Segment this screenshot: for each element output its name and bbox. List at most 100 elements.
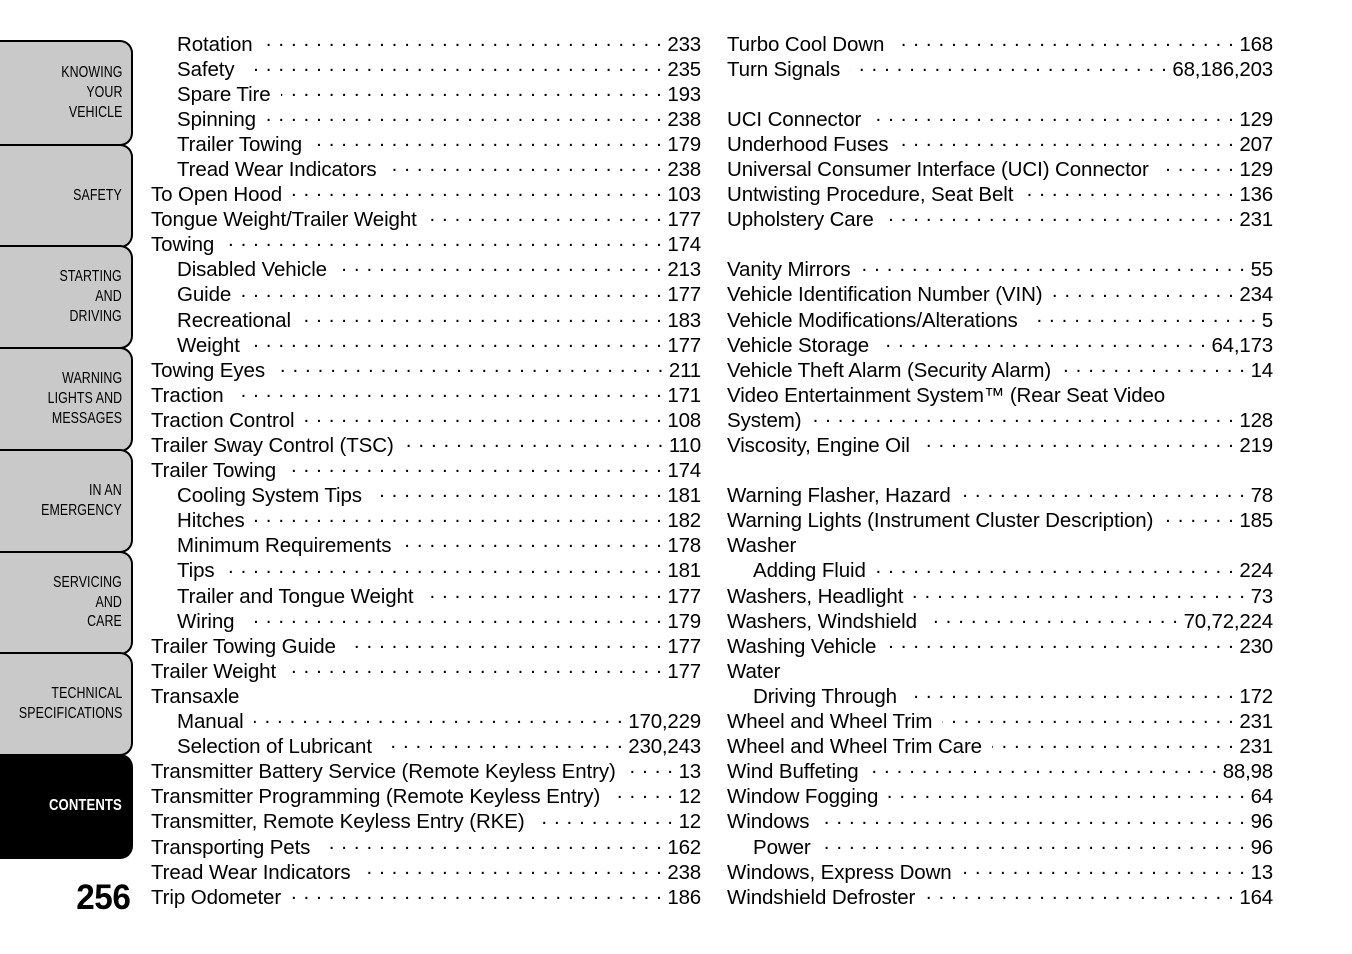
index-entry-leader-dots: [401, 532, 662, 553]
index-entry[interactable]: Vehicle Storage 64,173: [727, 331, 1273, 356]
index-entry[interactable]: Selection of Lubricant 230,243: [151, 733, 701, 758]
sidebar-tab-safety[interactable]: SAFETY: [0, 143, 133, 248]
index-entry[interactable]: Windows 96: [727, 808, 1273, 833]
sidebar-tab-contents[interactable]: CONTENTS: [0, 753, 133, 859]
index-entry[interactable]: Vehicle Modifications/Alterations 5: [727, 306, 1273, 331]
index-entry[interactable]: Transmitter Battery Service (Remote Keyl…: [151, 758, 701, 783]
index-entry[interactable]: Wheel and Wheel Trim Care 231: [727, 733, 1273, 758]
index-entry[interactable]: Windows, Express Down 13: [727, 858, 1273, 883]
sidebar-tab-starting-and-driving[interactable]: STARTING AND DRIVING: [0, 245, 133, 349]
index-entry[interactable]: Driving Through 172: [727, 682, 1273, 707]
index-entry-title: Tread Wear Indicators: [151, 860, 351, 884]
index-entry[interactable]: Towing 174: [151, 231, 701, 256]
sidebar-tab-technical-specifications[interactable]: TECHNICAL SPECIFICATIONS: [0, 652, 133, 756]
index-entry[interactable]: Tread Wear Indicators 238: [151, 155, 701, 180]
sidebar-tab-knowing-your-vehicle[interactable]: KNOWING YOUR VEHICLE: [0, 40, 133, 146]
index-entry[interactable]: Washer: [727, 532, 1273, 557]
index-entry[interactable]: Upholstery Care 231: [727, 206, 1273, 231]
index-entry-leader-dots: [626, 758, 674, 779]
index-entry[interactable]: Trailer Sway Control (TSC) 110: [151, 432, 701, 457]
index-column-left: Rotation233Safety235Spare Tire193Spinnin…: [151, 30, 701, 908]
index-entry[interactable]: Viscosity, Engine Oil 219: [727, 432, 1273, 457]
index-entry[interactable]: Wind Buffeting 88,98: [727, 758, 1273, 783]
index-entry[interactable]: Manual 170,229: [151, 708, 701, 733]
index-entry[interactable]: Vanity Mirrors 55: [727, 256, 1273, 281]
index-entry[interactable]: System) 128: [727, 406, 1273, 431]
index-entry[interactable]: Washers, Headlight 73: [727, 582, 1273, 607]
index-entry[interactable]: Warning Lights (Instrument Cluster Descr…: [727, 507, 1273, 532]
index-entry[interactable]: Wiring 179: [151, 607, 701, 632]
index-entry-title: Hitches: [177, 509, 245, 532]
sidebar-tab-servicing-and-care[interactable]: SERVICING AND CARE: [0, 550, 133, 655]
sidebar-tab-in-an-emergency[interactable]: IN AN EMERGENCY: [0, 449, 133, 553]
index-entry-title: Windows, Express Down: [727, 860, 952, 884]
index-entry[interactable]: Video Entertainment System™ (Rear Seat V…: [727, 381, 1273, 407]
index-entry[interactable]: Transporting Pets 162: [151, 833, 701, 858]
index-entry[interactable]: Tread Wear Indicators 238: [151, 858, 701, 883]
index-entry[interactable]: Window Fogging 64: [727, 783, 1273, 808]
index-entry[interactable]: Universal Consumer Interface (UCI) Conne…: [727, 155, 1273, 180]
index-entry[interactable]: Transmitter Programming (Remote Keyless …: [151, 783, 701, 808]
index-entry[interactable]: Water: [727, 657, 1273, 683]
index-entry[interactable]: Cooling System Tips 181: [151, 482, 701, 507]
index-entry[interactable]: Washing Vehicle 230: [727, 632, 1273, 657]
index-entry[interactable]: Trailer Towing 179: [151, 130, 701, 155]
index-entry-leader-dots: [225, 557, 663, 578]
index-entry-page-number: 230: [1239, 634, 1273, 658]
index-entry[interactable]: Transaxle: [151, 682, 701, 708]
index-entry[interactable]: Untwisting Procedure, Seat Belt 136: [727, 181, 1273, 206]
index-entry[interactable]: Adding Fluid 224: [727, 557, 1273, 582]
index-entry-page-number: 128: [1239, 408, 1273, 432]
index-entry[interactable]: Hitches 182: [151, 507, 701, 532]
index-entry[interactable]: Underhood Fuses 207: [727, 130, 1273, 155]
index-entry-leader-dots: [886, 632, 1234, 653]
index-entry[interactable]: Rotation 233: [151, 30, 701, 55]
index-entry[interactable]: Recreational 183: [151, 306, 701, 331]
index-entry-title: Washer: [727, 534, 797, 557]
index-entry-page-number: 177: [667, 634, 701, 658]
index-entry[interactable]: Turbo Cool Down 168: [727, 30, 1273, 55]
index-entry[interactable]: Trailer Weight 177: [151, 657, 701, 682]
index-entry[interactable]: Guide 177: [151, 281, 701, 306]
index-entry[interactable]: Minimum Requirements 178: [151, 532, 701, 557]
index-entry[interactable]: Power 96: [727, 833, 1273, 858]
index-entry[interactable]: Trailer and Tongue Weight 177: [151, 582, 701, 607]
index-entry[interactable]: Safety 235: [151, 55, 701, 80]
index-entry[interactable]: To Open Hood 103: [151, 181, 701, 206]
index-column-right: Turbo Cool Down 168 Turn Signals 68,186,203…: [727, 30, 1273, 908]
index-entry[interactable]: Turn Signals 68,186,203: [727, 55, 1273, 80]
index-entry[interactable]: Towing Eyes 211: [151, 356, 701, 381]
index-entry[interactable]: Trailer Towing Guide 177: [151, 632, 701, 657]
index-entry-title: Wheel and Wheel Trim: [727, 710, 933, 733]
index-entry[interactable]: Traction Control 108: [151, 406, 701, 431]
index-entry[interactable]: Warning Flasher, Hazard 78: [727, 482, 1273, 507]
index-entry[interactable]: Spinning 238: [151, 105, 701, 130]
section-tab-rail: KNOWING YOUR VEHICLE SAFETY STARTING AND D…: [0, 40, 137, 859]
index-entry[interactable]: Tongue Weight/Trailer Weight 177: [151, 206, 701, 231]
index-entry[interactable]: UCI Connector 129: [727, 105, 1273, 130]
index-entry[interactable]: Vehicle Theft Alarm (Security Alarm) 14: [727, 356, 1273, 381]
index-entry-title: Tips: [177, 559, 215, 583]
index-entry[interactable]: Washers, Windshield 70,72,224: [727, 607, 1273, 632]
index-entry-leader-dots: [1175, 381, 1268, 402]
index-entry[interactable]: Traction 171: [151, 381, 701, 406]
index-entry-leader-dots: [907, 682, 1234, 703]
index-entry-title: Warning Lights (Instrument Cluster Descr…: [727, 509, 1154, 532]
index-entry-page-number: 162: [667, 835, 701, 859]
index-entry[interactable]: Weight 177: [151, 331, 701, 356]
index-entry-title: Vehicle Storage: [727, 333, 870, 357]
index-entry-title: Traction: [151, 383, 224, 407]
index-entry-leader-dots: [1028, 306, 1257, 327]
index-entry[interactable]: Tips 181: [151, 557, 701, 582]
sidebar-tab-warning-lights-and-messages[interactable]: WARNING LIGHTS AND MESSAGES: [0, 346, 133, 452]
index-entry[interactable]: Trailer Towing 174: [151, 457, 701, 482]
index-entry[interactable]: Trip Odometer 186: [151, 883, 701, 908]
index-entry[interactable]: Vehicle Identification Number (VIN) 234: [727, 281, 1273, 306]
index-entry[interactable]: Disabled Vehicle 213: [151, 256, 701, 281]
index-entry-title: Towing: [151, 233, 215, 256]
index-entry[interactable]: Wheel and Wheel Trim 231: [727, 708, 1273, 733]
index-entry[interactable]: Spare Tire 193: [151, 80, 701, 105]
index-entry-page-number: 110: [668, 434, 701, 457]
index-entry[interactable]: Transmitter, Remote Keyless Entry (RKE) 1…: [151, 808, 701, 833]
index-entry[interactable]: Windshield Defroster 164: [727, 883, 1273, 908]
